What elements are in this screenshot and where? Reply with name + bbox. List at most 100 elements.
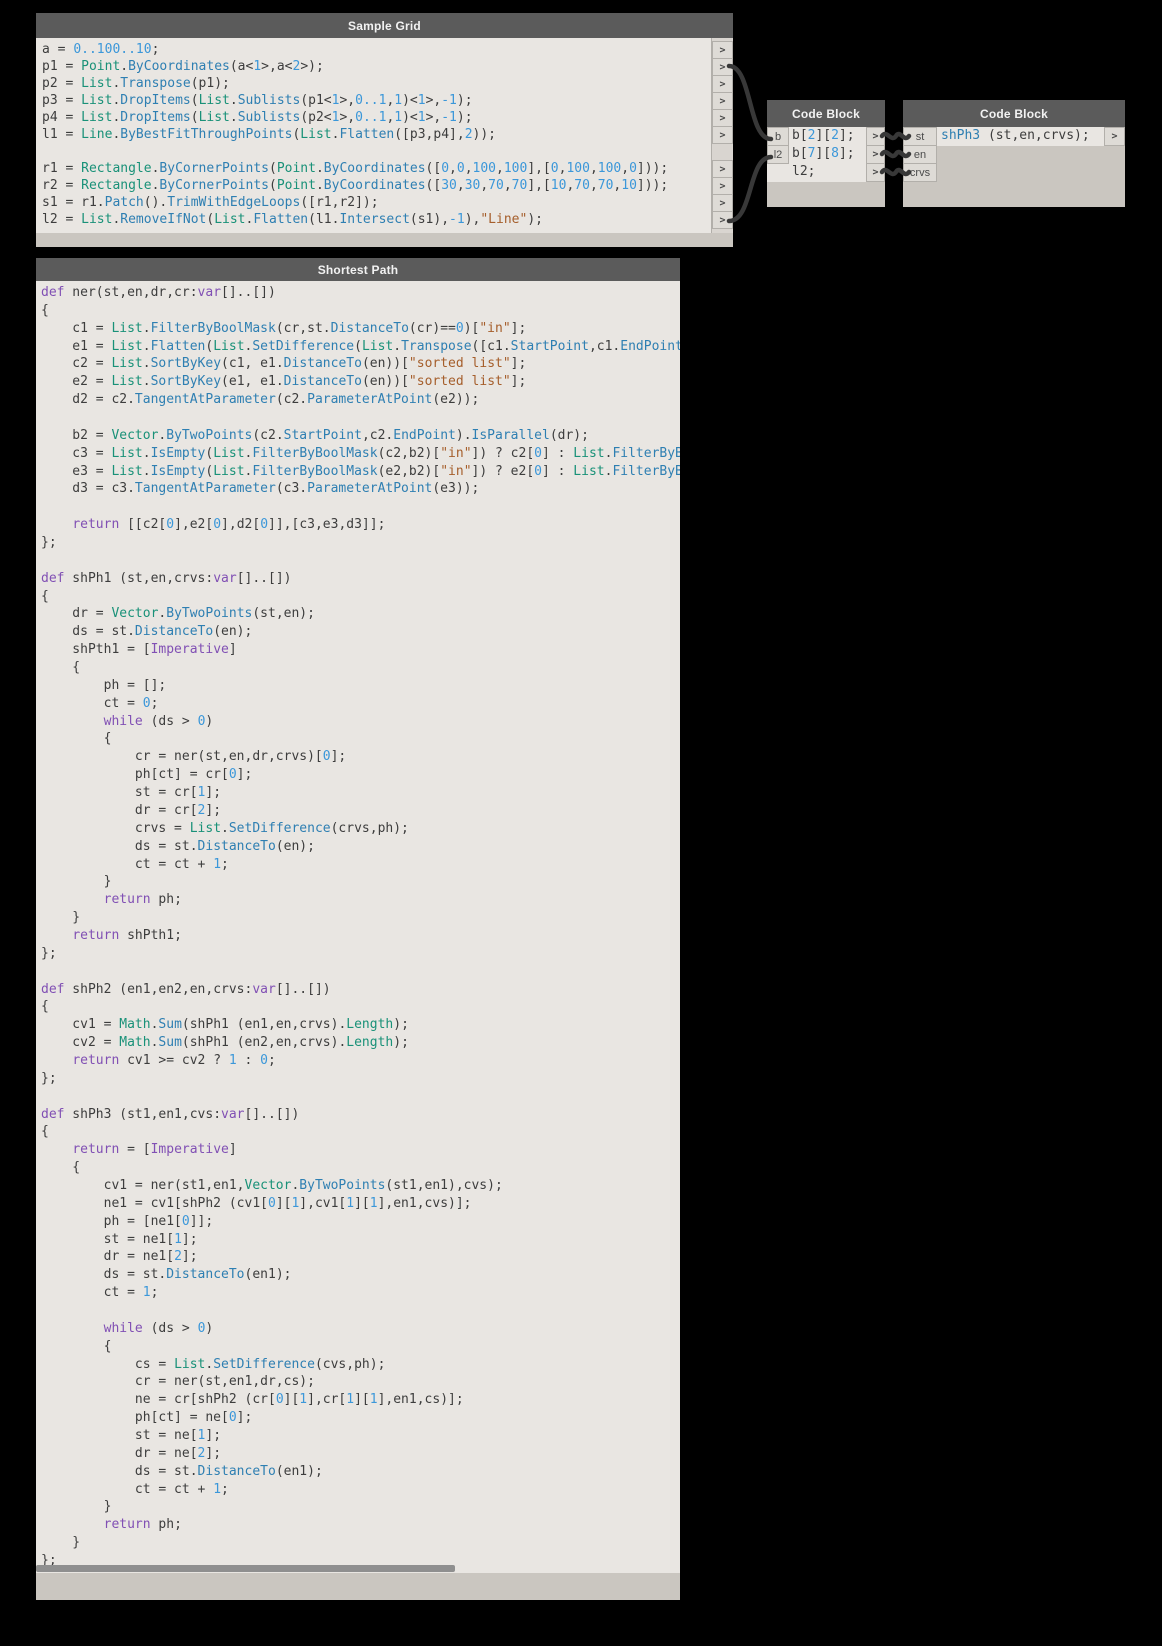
code-line: b[2][2];: [792, 128, 855, 143]
input-port-crvs[interactable]: crvs: [903, 163, 937, 182]
code-line: ne = cr[shPh2 (cr[0][1],cr[1][1],en1,cs)…: [41, 1392, 464, 1408]
code-editor[interactable]: a = 0..100..10; p1 = Point.ByCoordinates(…: [36, 38, 733, 233]
code-editor[interactable]: b l2 b[2][2]; b[7][8]; l2; > > >: [767, 127, 885, 207]
horizontal-scrollbar-thumb[interactable]: [36, 1565, 455, 1572]
output-port[interactable]: >: [1104, 127, 1125, 146]
node-code-block-1[interactable]: Code Block b l2 b[2][2]; b[7][8]; l2; > > >: [767, 100, 885, 207]
code-text[interactable]: shPh3 (st,en,crvs);: [941, 127, 1090, 145]
code-line: }: [41, 1499, 112, 1515]
output-port[interactable]: >: [712, 177, 733, 195]
code-line: ne1 = cv1[shPh2 (cv1[0][1],cv1[1][1],en1…: [41, 1195, 472, 1211]
output-port-column: > > > > > > > > > >: [711, 38, 733, 233]
output-port-column: >: [1104, 127, 1125, 146]
code-line: while (ds > 0): [103, 713, 214, 729]
code-line: {: [41, 660, 81, 676]
code-line: {: [41, 1124, 49, 1140]
code-line: {: [41, 731, 112, 747]
code-line: p2 = List.Transpose(p1);: [42, 76, 230, 91]
node-header[interactable]: Code Block: [903, 100, 1125, 127]
node-header[interactable]: Shortest Path: [36, 258, 680, 281]
output-port[interactable]: >: [712, 211, 733, 229]
output-port[interactable]: >: [712, 160, 733, 178]
code-line: cr = ner(st,en1,dr,cs);: [41, 1374, 315, 1390]
code-editor[interactable]: st en crvs shPh3 (st,en,crvs); >: [903, 127, 1125, 207]
node-footer[interactable]: [36, 233, 733, 247]
wire[interactable]: [726, 154, 774, 224]
code-line: shPh3 (st,en,crvs);: [941, 128, 1090, 143]
code-line: p4 = List.DropItems(List.Sublists(p2<1>,…: [42, 110, 473, 125]
code-editor[interactable]: def ner(st,en,dr,cr:var[]..[]) { c1 = Lis…: [36, 281, 680, 1573]
code-line: def ner(st,en,dr,cr:var[]..[]): [41, 285, 276, 300]
code-line: return [[c2[0],e2[0],d2[0]],[c3,e3,d3]];: [72, 517, 386, 533]
output-port[interactable]: >: [712, 58, 733, 76]
node-header[interactable]: Sample Grid: [36, 13, 733, 38]
output-port[interactable]: >: [712, 92, 733, 110]
code-line: cv1 = ner(st1,en1,Vector.ByTwoPoints(st1…: [41, 1177, 503, 1193]
input-port-en[interactable]: en: [903, 145, 937, 164]
node-footer[interactable]: [36, 1573, 680, 1600]
output-port[interactable]: >: [866, 145, 885, 164]
output-port[interactable]: >: [712, 126, 733, 144]
code-line: ph = [];: [41, 677, 167, 693]
code-line: return ph;: [103, 892, 182, 908]
code-line: {: [41, 1338, 112, 1354]
code-line: ds = st.DistanceTo(en);: [41, 624, 253, 640]
output-port[interactable]: >: [712, 109, 733, 127]
node-title: Code Block: [979, 106, 1048, 121]
code-line: st = ne[1];: [41, 1428, 222, 1443]
code-line: return cv1 >= cv2 ? 1 : 0;: [72, 1052, 276, 1068]
code-line: dr = ne[2];: [41, 1445, 222, 1461]
output-port[interactable]: >: [712, 194, 733, 212]
code-line: }: [41, 1535, 81, 1551]
dynamo-canvas[interactable]: { "colors": { "canvas_bg": "#000000", "h…: [0, 0, 1162, 1646]
node-shortest-path[interactable]: Shortest Path def ner(st,en,dr,cr:var[].…: [36, 258, 680, 1600]
code-line: ph = [ne1[0]];: [41, 1213, 214, 1229]
output-port[interactable]: >: [866, 163, 885, 182]
wire[interactable]: [726, 63, 774, 142]
node-sample-grid[interactable]: Sample Grid a = 0..100..10; p1 = Point.By…: [36, 13, 733, 247]
code-line: return = [Imperative]: [72, 1142, 237, 1158]
node-title: Code Block: [791, 106, 860, 121]
code-line: a = 0..100..10;: [42, 42, 160, 57]
code-line: ct = 0;: [41, 695, 159, 711]
code-line: return ph;: [103, 1517, 182, 1533]
node-code-block-2[interactable]: Code Block st en crvs shPh3 (st,en,crvs); …: [903, 100, 1125, 207]
code-line: s1 = r1.Patch().TrimWithEdgeLoops([r1,r2…: [42, 195, 379, 210]
code-line: }: [41, 874, 112, 890]
output-port[interactable]: >: [712, 75, 733, 93]
code-line: st = ne1[1];: [41, 1231, 198, 1247]
code-line: };: [41, 535, 57, 551]
code-text[interactable]: b[2][2]; b[7][8]; l2;: [792, 127, 855, 181]
code-line: p1 = Point.ByCoordinates(a<1>,a<2>);: [42, 59, 324, 74]
code-line: while (ds > 0): [103, 1320, 214, 1336]
code-line: e1 = List.Flatten(List.SetDifference(Lis…: [41, 338, 680, 354]
output-port[interactable]: >: [866, 127, 885, 146]
code-line: r1 = Rectangle.ByCornerPoints(Point.ByCo…: [42, 161, 669, 176]
code-line: c3 = List.IsEmpty(List.FilterByBoolMask(…: [41, 445, 680, 461]
code-text[interactable]: def ner(st,en,dr,cr:var[]..[]) { c1 = Lis…: [41, 284, 680, 1570]
code-line: c1 = List.FilterByBoolMask(cr,st.Distanc…: [41, 320, 527, 336]
code-line: dr = Vector.ByTwoPoints(st,en);: [41, 606, 315, 622]
code-line: cs = List.SetDifference(cvs,ph);: [41, 1356, 386, 1372]
input-port-b[interactable]: b: [767, 127, 789, 146]
code-line: ds = st.DistanceTo(en);: [41, 838, 315, 854]
code-line: };: [41, 945, 57, 961]
node-header[interactable]: Code Block: [767, 100, 885, 127]
output-port[interactable]: >: [712, 41, 733, 59]
code-line: ds = st.DistanceTo(en1);: [41, 1463, 323, 1479]
code-line: b[7][8];: [792, 146, 855, 161]
code-line: st = cr[1];: [41, 785, 222, 801]
code-line: };: [41, 1070, 57, 1086]
code-line: }: [41, 910, 81, 926]
code-line: dr = ne1[2];: [41, 1249, 198, 1265]
code-line: d2 = c2.TangentAtParameter(c2.ParameterA…: [41, 392, 480, 408]
input-port-st[interactable]: st: [903, 127, 937, 146]
code-line: ph[ct] = ne[0];: [41, 1410, 253, 1426]
code-text[interactable]: a = 0..100..10; p1 = Point.ByCoordinates(…: [42, 41, 711, 228]
input-port-l2[interactable]: l2: [767, 145, 789, 164]
input-port-column: st en crvs: [903, 127, 937, 182]
code-line: d3 = c3.TangentAtParameter(c3.ParameterA…: [41, 481, 480, 497]
